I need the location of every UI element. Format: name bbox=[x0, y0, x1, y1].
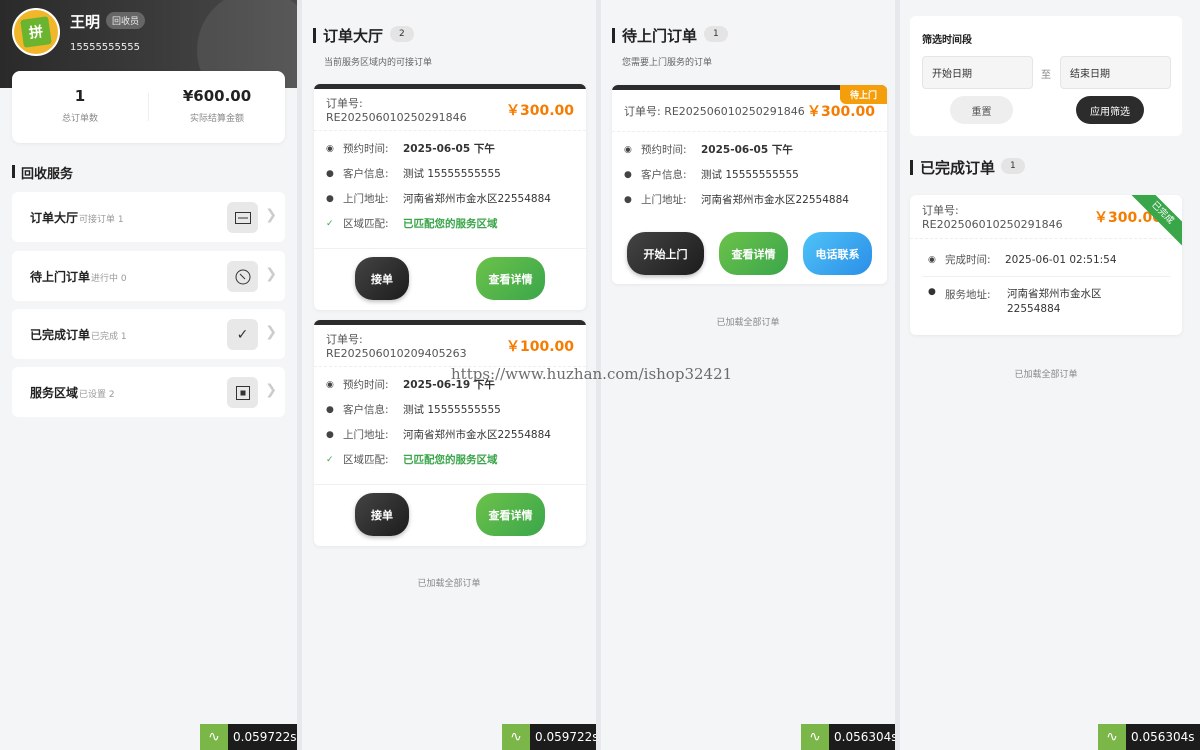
stats-card: 1 总订单数 ¥600.00 实际结算金额 bbox=[12, 71, 285, 143]
location-icon: ● bbox=[326, 193, 334, 204]
order-price: ￥100.00 bbox=[505, 338, 574, 355]
timer-badge: ∿ 0.056304s bbox=[801, 724, 895, 750]
status-badge: 待上门 bbox=[839, 85, 887, 104]
logo-icon: ∿ bbox=[200, 724, 228, 750]
location-icon: ● bbox=[326, 429, 334, 440]
check-icon: ✓ bbox=[326, 454, 334, 465]
completed-panel: 筛选时间段 开始日期 至 结束日期 重置 应用筛选 已完成订单 1 已完成 订单… bbox=[900, 0, 1200, 750]
order-number: RE202506010250291846 bbox=[664, 104, 805, 118]
page-title: 待上门订单 bbox=[612, 25, 697, 46]
start-date-input[interactable]: 开始日期 bbox=[922, 56, 1033, 89]
check-icon: ✓ bbox=[227, 319, 258, 350]
count-badge: 2 bbox=[390, 26, 414, 42]
location-icon: ● bbox=[928, 287, 936, 297]
menu-item-pending[interactable]: 待上门订单 进行中 0 ❯ bbox=[12, 251, 285, 301]
filter-label: 筛选时间段 bbox=[922, 35, 972, 46]
chevron-right-icon: ❯ bbox=[265, 207, 277, 223]
timer-badge: ∿ 0.059722s bbox=[502, 724, 596, 750]
user-icon: ● bbox=[624, 169, 632, 180]
watermark-text: https://www.huzhan.com/ishop32421 bbox=[451, 365, 733, 383]
accept-button[interactable]: 接单 bbox=[355, 493, 409, 536]
timer-badge: ∿ 0.056304s bbox=[1098, 724, 1200, 750]
menu-item-service-area[interactable]: 服务区域 已设置 2 ❯ bbox=[12, 367, 285, 417]
clock-icon bbox=[227, 261, 258, 292]
chevron-right-icon: ❯ bbox=[265, 324, 277, 340]
page-subtitle: 当前服务区域内的可接订单 bbox=[324, 58, 433, 68]
loaded-all-text: 已加载全部订单 bbox=[716, 318, 780, 328]
end-date-input[interactable]: 结束日期 bbox=[1060, 56, 1171, 89]
profile-panel: 拼 王明 回收员 15555555555 1 总订单数 ¥600.00 实际结算… bbox=[0, 0, 297, 750]
call-button[interactable]: 电话联系 bbox=[803, 232, 872, 275]
user-icon: ● bbox=[326, 404, 334, 415]
view-detail-button[interactable]: 查看详情 bbox=[476, 493, 545, 536]
order-number: RE202506010250291846 bbox=[922, 218, 1063, 231]
view-detail-button[interactable]: 查看详情 bbox=[719, 232, 788, 275]
user-name: 王明 bbox=[70, 13, 101, 31]
list-icon bbox=[227, 202, 258, 233]
loaded-all-text: 已加载全部订单 bbox=[1014, 370, 1078, 380]
order-card: 订单号: RE202506010250291846 ￥300.00 ◉ 预约时间:… bbox=[314, 84, 586, 310]
page-title: 已完成订单 bbox=[910, 157, 995, 178]
logo-icon: ∿ bbox=[1098, 724, 1126, 750]
logo-icon: ∿ bbox=[801, 724, 829, 750]
reset-button[interactable]: 重置 bbox=[950, 96, 1013, 124]
filter-box: 筛选时间段 开始日期 至 结束日期 重置 应用筛选 bbox=[910, 16, 1182, 136]
menu-item-order-hall[interactable]: 订单大厅 可接订单 1 ❯ bbox=[12, 192, 285, 242]
accept-button[interactable]: 接单 bbox=[355, 257, 409, 300]
order-number: RE202506010250291846 bbox=[326, 111, 467, 124]
stat-total-orders: 1 总订单数 bbox=[61, 87, 98, 124]
count-badge: 1 bbox=[704, 26, 728, 42]
chevron-right-icon: ❯ bbox=[265, 266, 277, 282]
view-detail-button[interactable]: 查看详情 bbox=[476, 257, 545, 300]
user-icon: ● bbox=[326, 168, 334, 179]
clock-icon: ◉ bbox=[624, 144, 632, 155]
clock-icon: ◉ bbox=[928, 254, 936, 265]
menu-item-completed[interactable]: 已完成订单 已完成 1 ✓ ❯ bbox=[12, 309, 285, 359]
clock-icon: ◉ bbox=[326, 379, 334, 390]
avatar-letter: 拼 bbox=[20, 16, 52, 48]
page-title: 订单大厅 bbox=[313, 25, 383, 46]
clock-icon: ◉ bbox=[326, 143, 334, 154]
count-badge: 1 bbox=[1001, 158, 1025, 174]
timer-badge: ∿ 0.059722s bbox=[200, 724, 297, 750]
order-card: 订单号: RE202506010209405263 ￥100.00 ◉ 预约时间:… bbox=[314, 320, 586, 546]
start-visit-button[interactable]: 开始上门 bbox=[627, 232, 704, 275]
order-number: RE202506010209405263 bbox=[326, 347, 467, 360]
avatar[interactable]: 拼 bbox=[12, 8, 60, 56]
apply-filter-button[interactable]: 应用筛选 bbox=[1076, 96, 1144, 124]
loaded-all-text: 已加载全部订单 bbox=[417, 579, 481, 589]
order-card: 已完成 订单号: RE202506010250291846 ￥300.00 ◉ 完… bbox=[910, 195, 1182, 335]
logo-icon: ∿ bbox=[502, 724, 530, 750]
check-icon: ✓ bbox=[326, 218, 334, 229]
chevron-right-icon: ❯ bbox=[265, 382, 277, 398]
order-price: ￥300.00 bbox=[505, 102, 574, 119]
user-phone: 15555555555 bbox=[70, 42, 140, 53]
stat-settlement: ¥600.00 实际结算金额 bbox=[182, 87, 252, 124]
location-icon: ● bbox=[624, 194, 632, 205]
area-icon bbox=[227, 377, 258, 408]
section-title: 回收服务 bbox=[12, 163, 73, 182]
order-card: 待上门 订单号: RE202506010250291846 ￥300.00 ◉ 预… bbox=[612, 85, 887, 284]
page-subtitle: 您需要上门服务的订单 bbox=[622, 58, 713, 68]
role-badge: 回收员 bbox=[106, 12, 146, 29]
